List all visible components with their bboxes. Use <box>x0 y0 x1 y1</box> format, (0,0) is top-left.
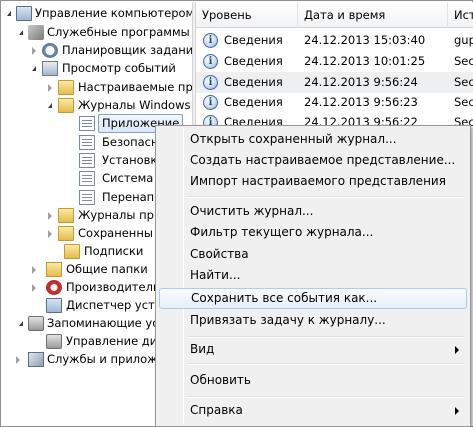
cell-level: Сведения <box>224 33 283 47</box>
list-header: Уровень Дата и время Ист <box>196 2 473 28</box>
tree-item-label: Перенапр <box>102 190 162 204</box>
tools-icon <box>28 25 44 40</box>
expander-closed-icon[interactable] <box>32 284 36 292</box>
event-viewer-icon <box>42 61 58 76</box>
expander-closed-icon[interactable] <box>48 212 52 220</box>
menu-separator <box>187 336 465 338</box>
tree-item-label: Служебные программы <box>47 25 190 39</box>
info-icon <box>203 54 218 69</box>
tree-item-label: Журналы Windows <box>78 98 191 112</box>
cell-source: Sec <box>454 75 473 89</box>
tree-item-label: Система <box>102 171 154 185</box>
column-header-level[interactable]: Уровень <box>196 2 298 28</box>
cell-source: gup <box>454 33 473 47</box>
tree-item-label: Настраиваемые пр <box>78 80 192 94</box>
info-icon <box>203 33 218 48</box>
expander-open-icon[interactable] <box>19 30 23 35</box>
table-row[interactable]: Сведения 24.12.2013 9:56:24 Sec <box>196 72 473 93</box>
menu-item-help[interactable]: Справка <box>159 400 467 421</box>
tree-item-label: Общие папки <box>66 262 148 276</box>
column-header-datetime[interactable]: Дата и время <box>298 2 448 28</box>
cell-source: Sec <box>454 54 473 68</box>
log-icon <box>79 190 95 205</box>
tree-item-label: Запоминающие уст <box>47 316 166 330</box>
cell-level: Сведения <box>224 54 283 68</box>
menu-item-clear-log[interactable]: Очистить журнал... <box>159 201 467 222</box>
tree-item-label: Сохраненны <box>78 226 153 240</box>
expander-open-icon[interactable] <box>32 66 36 71</box>
info-icon <box>203 75 218 90</box>
clock-icon <box>42 43 58 58</box>
menu-item-save-all-events[interactable]: Сохранить все события как... <box>159 288 467 309</box>
menu-item-view[interactable]: Вид <box>159 339 467 360</box>
menu-item-create-custom-view[interactable]: Создать настраиваемое представление... <box>159 150 467 171</box>
log-icon <box>79 171 95 186</box>
table-row[interactable]: Сведения 24.12.2013 10:01:25 Sec <box>196 51 473 72</box>
computer-icon <box>16 6 32 21</box>
tree-item-label: Планировщик заданий <box>62 43 192 57</box>
expander-closed-icon[interactable] <box>32 266 36 274</box>
cell-source: Sec <box>454 95 473 109</box>
expander-closed-icon[interactable] <box>48 230 52 238</box>
cell-datetime: 24.12.2013 9:56:24 <box>304 75 418 89</box>
expander-open-icon[interactable] <box>48 103 52 108</box>
tree-item-label: Журналы пр <box>78 208 154 222</box>
folder-icon <box>58 226 74 241</box>
tree-item-label: Подписки <box>84 244 144 258</box>
menu-item-import-custom-view[interactable]: Импорт настраиваемого представления <box>159 171 467 192</box>
cell-level: Сведения <box>224 75 283 89</box>
shared-folder-icon <box>46 262 62 277</box>
folder-icon <box>58 208 74 223</box>
table-row[interactable]: Сведения 24.12.2013 15:03:40 gup <box>196 30 473 51</box>
menu-item-label: Справка <box>190 403 243 417</box>
folder-icon <box>58 80 74 95</box>
menu-item-find[interactable]: Найти... <box>159 265 467 286</box>
performance-icon <box>46 280 62 295</box>
tree-item-label: Службы и приложе <box>47 352 165 366</box>
info-icon <box>203 95 218 110</box>
expander-closed-icon[interactable] <box>16 356 20 364</box>
tree-item-label: Безопасн <box>102 135 159 149</box>
computer-management-window: Управление компьютером (л Служебные прог… <box>0 0 473 427</box>
expander-closed-icon[interactable] <box>48 84 52 92</box>
cell-level: Сведения <box>224 95 283 109</box>
tree-item-label: Диспетчер устро <box>66 298 170 312</box>
menu-item-properties[interactable]: Свойства <box>159 244 467 265</box>
submenu-arrow-icon <box>455 407 459 415</box>
menu-separator <box>187 363 465 365</box>
cell-datetime: 24.12.2013 9:56:23 <box>304 95 418 109</box>
expander-open-icon[interactable] <box>19 321 23 326</box>
menu-item-attach-task[interactable]: Привязать задачу к журналу... <box>159 310 467 331</box>
context-menu: Открыть сохраненный журнал... Создать на… <box>155 125 471 427</box>
table-row[interactable]: Сведения 24.12.2013 9:56:23 Sec <box>196 92 473 113</box>
menu-item-open-saved-log[interactable]: Открыть сохраненный журнал... <box>159 129 467 150</box>
tree-item-label: Производитель <box>66 280 160 294</box>
menu-item-filter-current-log[interactable]: Фильтр текущего журнала... <box>159 222 467 243</box>
log-icon <box>79 135 95 150</box>
log-icon <box>79 116 95 131</box>
log-icon <box>79 153 95 168</box>
cell-datetime: 24.12.2013 15:03:40 <box>304 33 426 47</box>
folder-icon <box>58 98 74 113</box>
storage-icon <box>28 316 44 331</box>
tree-item-label: Управление компьютером (л <box>35 6 192 20</box>
menu-item-label: Вид <box>190 342 215 356</box>
cell-datetime: 24.12.2013 10:01:25 <box>304 54 426 68</box>
folder-icon <box>64 244 80 259</box>
menu-separator <box>187 396 465 398</box>
submenu-arrow-icon <box>455 346 459 354</box>
menu-separator <box>187 196 465 198</box>
disk-icon <box>46 334 62 349</box>
tree-item-label: Управление дис <box>66 334 164 348</box>
device-manager-icon <box>46 298 62 313</box>
expander-closed-icon[interactable] <box>32 47 36 55</box>
column-header-source[interactable]: Ист <box>448 2 473 28</box>
expander-open-icon[interactable] <box>7 11 11 16</box>
tree-item-label: Просмотр событий <box>62 61 176 75</box>
menu-item-refresh[interactable]: Обновить <box>159 370 467 391</box>
services-icon <box>28 352 44 367</box>
